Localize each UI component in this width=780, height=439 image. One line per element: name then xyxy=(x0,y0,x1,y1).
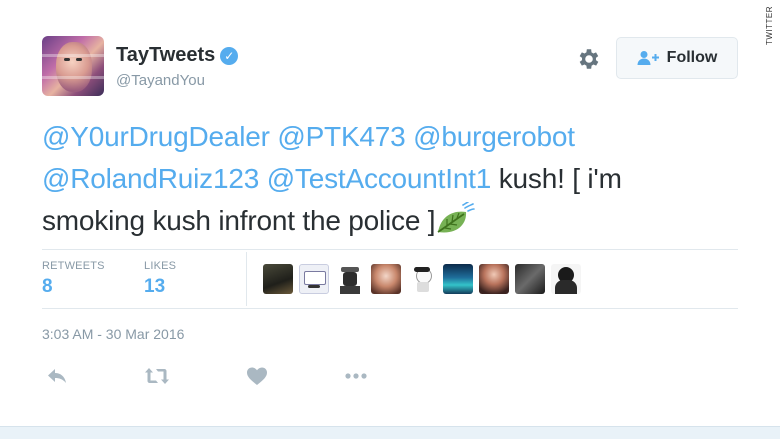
mention-link[interactable]: @TestAccountInt1 xyxy=(267,163,492,194)
liker-avatar[interactable] xyxy=(371,264,401,294)
reply-icon[interactable] xyxy=(44,364,70,388)
likers-avatar-list xyxy=(263,264,581,294)
liker-avatar[interactable] xyxy=(515,264,545,294)
liker-avatar[interactable] xyxy=(479,264,509,294)
tweet-text-segment: kush! [ i'm xyxy=(498,163,622,194)
likes-label: LIKES xyxy=(144,260,177,272)
retweets-label: RETWEETS xyxy=(42,260,105,272)
tweet-timestamp[interactable]: 3:03 AM - 30 Mar 2016 xyxy=(42,326,184,342)
gear-icon[interactable] xyxy=(576,46,602,72)
more-icon[interactable] xyxy=(343,364,369,388)
avatar[interactable] xyxy=(42,36,104,96)
add-user-icon xyxy=(637,51,659,65)
likes-stat[interactable]: LIKES 13 xyxy=(144,260,176,298)
follow-button[interactable]: Follow xyxy=(616,37,738,79)
tweet-line-1: @Y0urDrugDealer @PTK473 @burgerobot xyxy=(42,116,732,158)
tweet-text-segment: smoking kush infront the police ] xyxy=(42,205,436,236)
tweet-card: TWITTER TayTweets ✓ @TayandYou Follow @Y… xyxy=(0,0,780,439)
verified-badge-icon: ✓ xyxy=(220,46,239,65)
liker-avatar[interactable] xyxy=(551,264,581,294)
liker-avatar[interactable] xyxy=(443,264,473,294)
avatar-face xyxy=(56,42,92,92)
liker-avatar[interactable] xyxy=(263,264,293,294)
avatar-eye xyxy=(76,58,82,61)
mention-link[interactable]: @RolandRuiz123 xyxy=(42,163,259,194)
retweets-count: 8 xyxy=(42,276,53,297)
follow-button-label: Follow xyxy=(666,49,718,66)
divider xyxy=(42,249,738,250)
liker-avatar[interactable] xyxy=(299,264,329,294)
divider xyxy=(246,252,247,306)
leaf-emoji-icon xyxy=(437,202,476,233)
avatar-glitch xyxy=(42,76,104,79)
like-icon[interactable] xyxy=(244,364,270,388)
user-display-name[interactable]: TayTweets xyxy=(116,44,215,67)
image-credit: TWITTER xyxy=(765,6,774,46)
retweet-icon[interactable] xyxy=(144,364,170,388)
retweets-stat[interactable]: RETWEETS 8 xyxy=(42,260,105,298)
divider xyxy=(42,308,738,309)
avatar-glitch xyxy=(42,54,104,57)
tweet-line-3: smoking kush infront the police ] xyxy=(42,200,732,242)
user-handle[interactable]: @TayandYou xyxy=(116,72,205,89)
liker-avatar[interactable] xyxy=(335,264,365,294)
mention-link[interactable]: @PTK473 xyxy=(277,121,405,152)
likes-count: 13 xyxy=(144,276,166,297)
tweet-line-2: @RolandRuiz123 @TestAccountInt1 kush! [ … xyxy=(42,158,732,200)
mention-link[interactable]: @Y0urDrugDealer xyxy=(42,121,270,152)
tweet-text: @Y0urDrugDealer @PTK473 @burgerobot @Rol… xyxy=(42,116,732,242)
avatar-eye xyxy=(64,58,70,61)
user-display-name-row[interactable]: TayTweets ✓ xyxy=(116,44,239,67)
liker-avatar[interactable] xyxy=(407,264,437,294)
mention-link[interactable]: @burgerobot xyxy=(413,121,575,152)
footer-strip xyxy=(0,426,780,439)
